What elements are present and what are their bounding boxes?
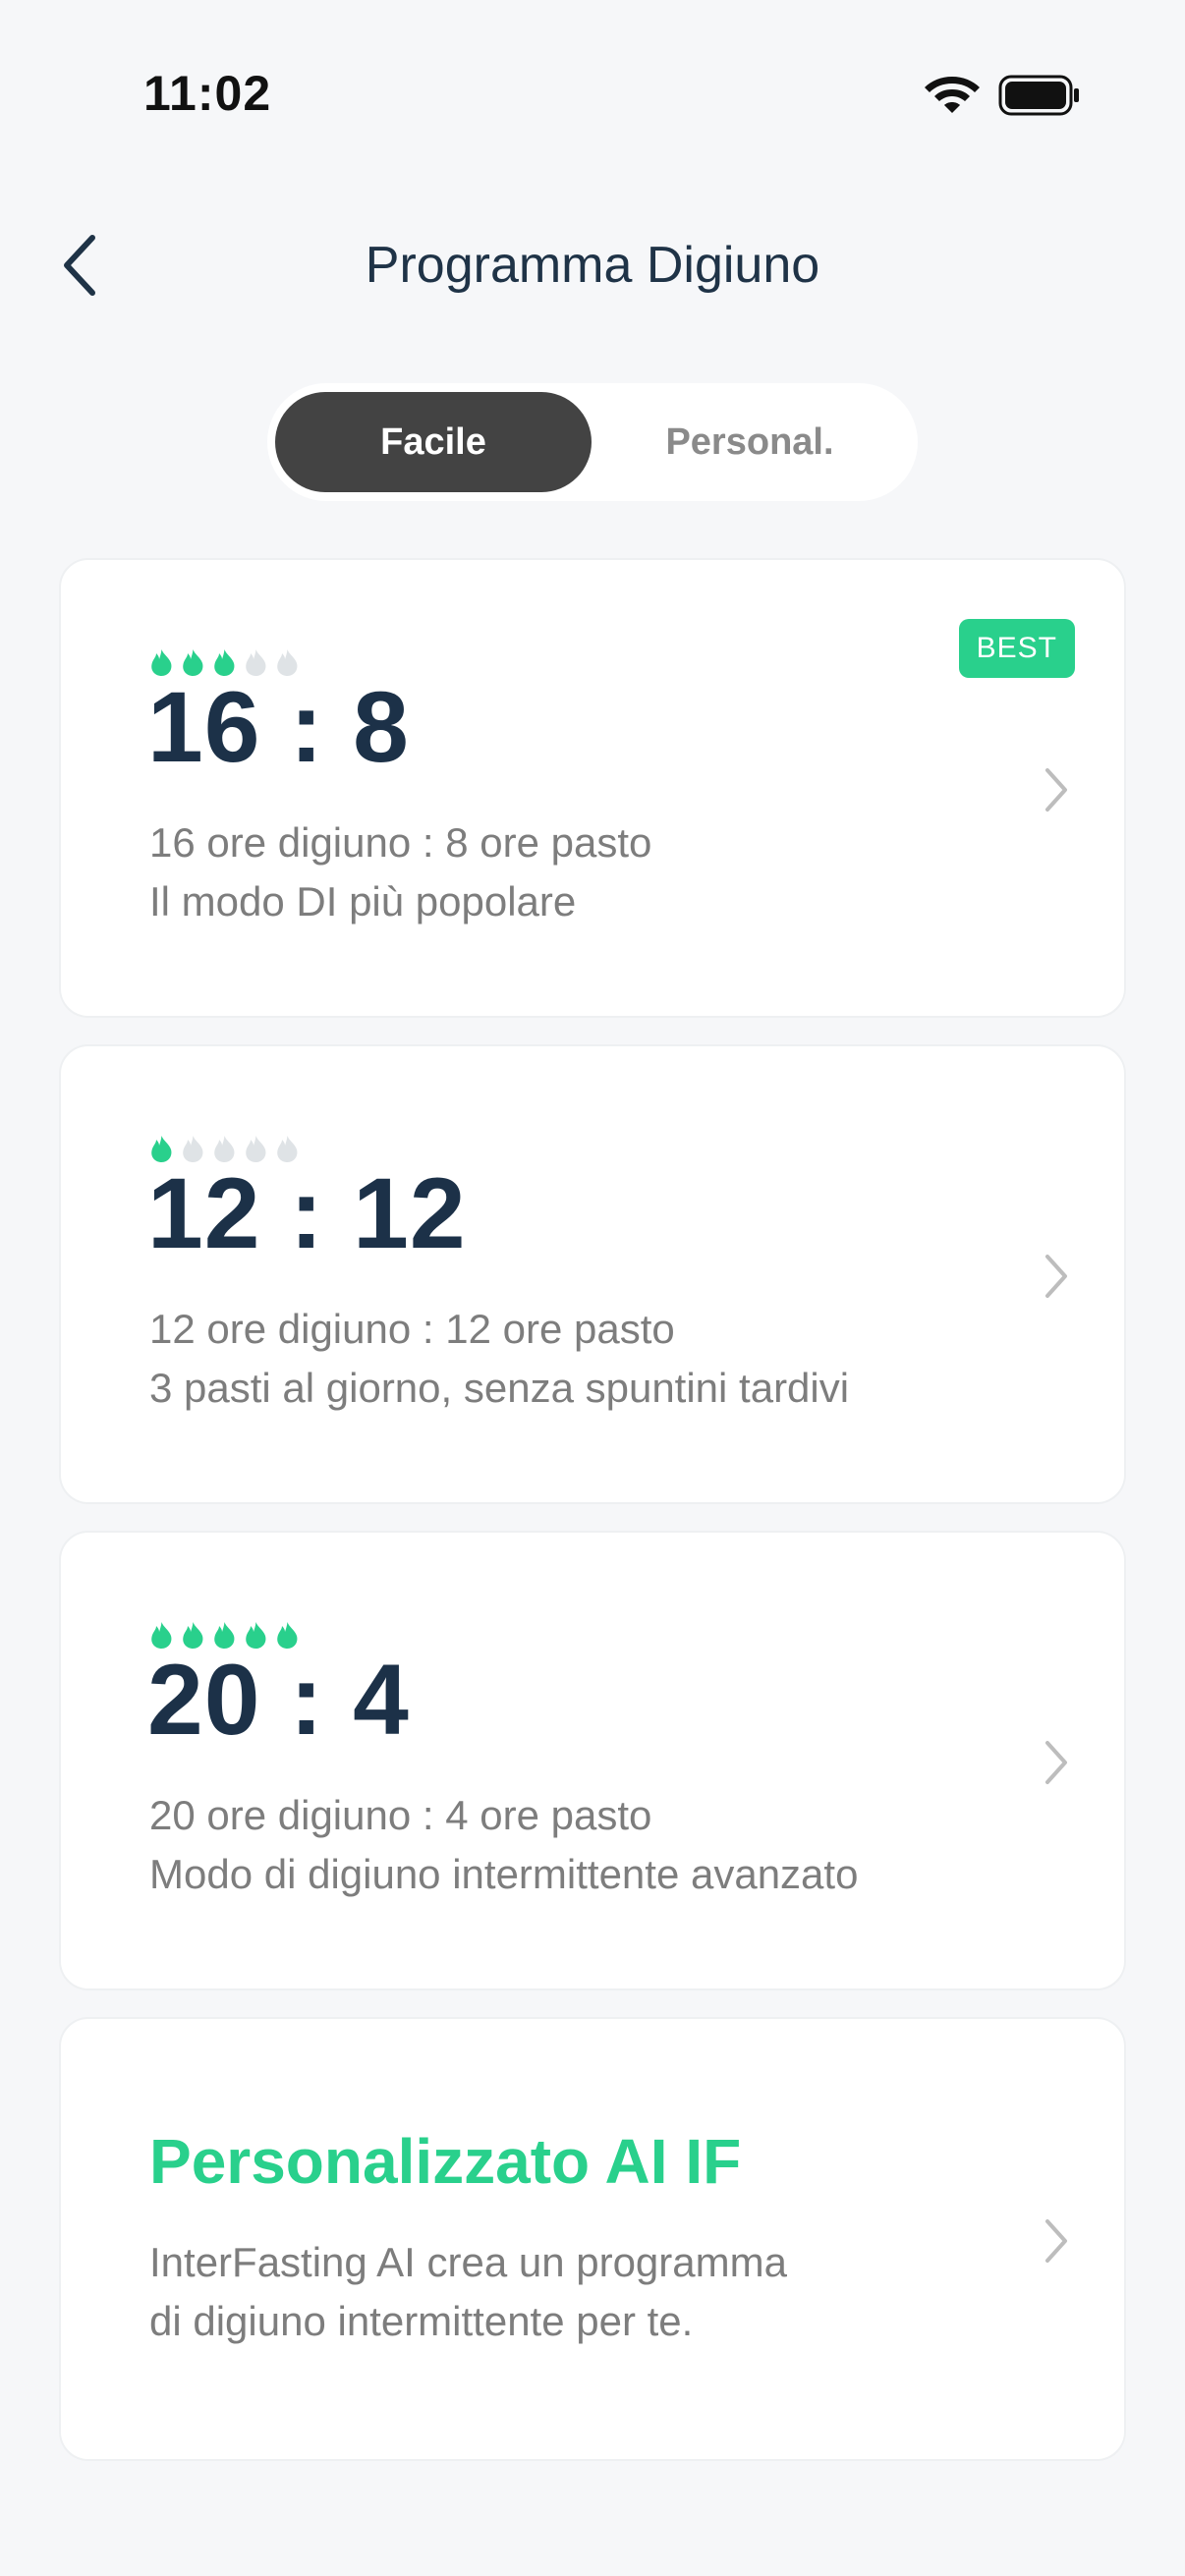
- wifi-icon: [925, 77, 980, 113]
- plan-hours: 16 ore digiuno : 8 ore pasto: [149, 819, 652, 866]
- plan-subtitle: 3 pasti al giorno, senza spuntini tardiv…: [149, 1365, 850, 1411]
- status-time: 11:02: [143, 66, 272, 121]
- plan-hours: 12 ore digiuno : 12 ore pasto: [149, 1306, 675, 1352]
- ai-plan-card[interactable]: Personalizzato AI IF InterFasting AI cre…: [59, 2017, 1126, 2461]
- plan-description: 12 ore digiuno : 12 ore pasto 3 pasti al…: [149, 1300, 849, 1418]
- tab-personal[interactable]: Personal.: [592, 392, 908, 492]
- plan-subtitle: Modo di digiuno intermittente avanzato: [149, 1851, 859, 1897]
- tab-facile[interactable]: Facile: [275, 392, 592, 492]
- plan-hours: 20 ore digiuno : 4 ore pasto: [149, 1792, 652, 1838]
- chevron-right-icon: [1045, 1255, 1067, 1298]
- page-title: Programma Digiuno: [365, 237, 820, 294]
- chevron-right-icon: [1045, 1741, 1067, 1784]
- status-bar: 11:02: [0, 0, 1185, 187]
- chevron-right-icon: [1045, 768, 1067, 812]
- plan-description: 20 ore digiuno : 4 ore pasto Modo di dig…: [149, 1786, 858, 1904]
- plan-subtitle: Il modo DI più popolare: [149, 878, 577, 924]
- ai-card-line-2: di digiuno intermittente per te.: [149, 2298, 694, 2344]
- segmented-control: Facile Personal.: [267, 383, 918, 501]
- battery-icon: [998, 75, 1079, 116]
- plan-card-16-8[interactable]: BEST 16 : 8 16 ore digiuno : 8 ore pasto…: [59, 558, 1126, 1018]
- ai-card-line-1: InterFasting AI crea un programma: [149, 2239, 787, 2285]
- best-badge: BEST: [958, 619, 1075, 678]
- plan-card-20-4[interactable]: 20 : 4 20 ore digiuno : 4 ore pasto Modo…: [59, 1531, 1126, 1990]
- nav-bar: Programma Digiuno: [0, 206, 1185, 324]
- ai-card-description: InterFasting AI crea un programma di dig…: [149, 2233, 787, 2351]
- plan-ratio: 16 : 8: [147, 671, 410, 783]
- ai-card-title: Personalizzato AI IF: [149, 2126, 742, 2197]
- plan-description: 16 ore digiuno : 8 ore pasto Il modo DI …: [149, 813, 651, 931]
- plan-card-12-12[interactable]: 12 : 12 12 ore digiuno : 12 ore pasto 3 …: [59, 1044, 1126, 1504]
- chevron-right-icon: [1045, 2219, 1067, 2263]
- plan-ratio: 12 : 12: [147, 1157, 467, 1269]
- plan-ratio: 20 : 4: [147, 1644, 410, 1756]
